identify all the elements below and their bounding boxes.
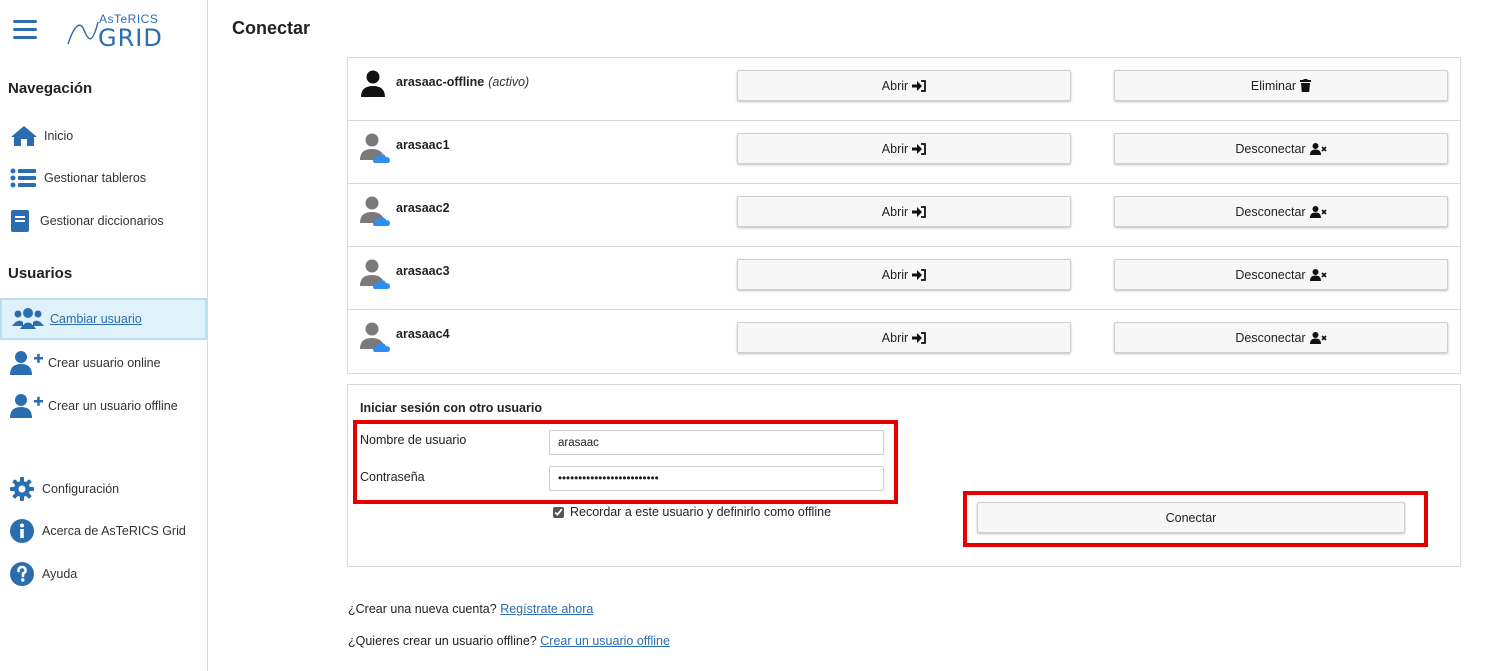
sidebar-item-create-online-user[interactable]: Crear usuario online — [0, 344, 207, 382]
user-times-icon — [1309, 331, 1327, 344]
page-title: Conectar — [232, 18, 311, 38]
disconnect-user-button[interactable]: Desconectar — [1114, 133, 1448, 164]
user-plus-icon — [10, 350, 44, 376]
user-row: arasaac4 Abrir Desconectar — [348, 310, 1460, 373]
info-icon — [10, 518, 38, 544]
home-icon — [10, 123, 40, 149]
user-row: arasaac1 Abrir Desconectar — [348, 121, 1460, 184]
sidebar-item-help[interactable]: Ayuda — [0, 555, 207, 593]
gear-icon — [10, 476, 38, 502]
create-offline-user-link[interactable]: Crear un usuario offline — [540, 634, 670, 648]
sidebar-item-label: Crear un usuario offline — [48, 399, 178, 413]
user-status: (activo) — [488, 75, 530, 89]
user-plus-icon — [10, 393, 44, 419]
cloud-user-icon — [360, 259, 390, 289]
sidebar-item-label: Inicio — [44, 129, 74, 143]
cloud-user-icon — [360, 196, 390, 226]
user-row: arasaac2 Abrir Desconectar — [348, 184, 1460, 247]
disconnect-user-button[interactable]: Desconectar — [1114, 322, 1448, 353]
user-times-icon — [1309, 268, 1327, 281]
disconnect-user-button[interactable]: Desconectar — [1114, 259, 1448, 290]
sidebar-item-home[interactable]: Inicio — [0, 117, 207, 155]
section-navigation-heading: Navegación — [8, 80, 93, 97]
trash-icon — [1300, 79, 1312, 92]
sign-in-icon — [912, 205, 927, 218]
offline-user-line: ¿Quieres crear un usuario offline? Crear… — [348, 634, 670, 648]
logo-mark-icon — [67, 21, 99, 45]
list-icon — [10, 165, 40, 191]
menu-icon[interactable] — [13, 20, 37, 40]
sidebar-item-about[interactable]: Acerca de AsTeRICS Grid — [0, 512, 207, 550]
login-panel: Iniciar sesión con otro usuario Nombre d… — [347, 384, 1461, 567]
app-logo[interactable]: AsTeRICS GRID — [66, 10, 176, 52]
user-name: arasaac-offline (activo) — [396, 75, 530, 89]
sign-in-icon — [912, 142, 927, 155]
user-icon — [360, 70, 388, 100]
delete-user-button[interactable]: Eliminar — [1114, 70, 1448, 101]
password-input[interactable] — [549, 466, 884, 491]
user-times-icon — [1309, 142, 1327, 155]
open-user-button[interactable]: Abrir — [737, 70, 1071, 101]
new-account-line: ¿Crear una nueva cuenta? Regístrate ahor… — [348, 602, 594, 616]
register-link[interactable]: Regístrate ahora — [500, 602, 593, 616]
users-icon — [12, 306, 46, 332]
user-name: arasaac3 — [396, 264, 450, 278]
login-title: Iniciar sesión con otro usuario — [360, 401, 542, 415]
cloud-user-icon — [360, 133, 390, 163]
sidebar-item-create-offline-user[interactable]: Crear un usuario offline — [0, 387, 207, 425]
user-name: arasaac2 — [396, 201, 450, 215]
sign-in-icon — [912, 331, 927, 344]
username-label: Nombre de usuario — [360, 433, 467, 447]
sidebar-item-label: Ayuda — [42, 567, 78, 581]
remember-user-label: Recordar a este usuario y definirlo como… — [570, 505, 832, 519]
open-user-button[interactable]: Abrir — [737, 133, 1071, 164]
open-user-button[interactable]: Abrir — [737, 259, 1071, 290]
sidebar-item-label: Acerca de AsTeRICS Grid — [42, 524, 186, 538]
disconnect-user-button[interactable]: Desconectar — [1114, 196, 1448, 227]
logo-text-bottom: GRID — [98, 24, 163, 52]
sidebar-item-manage-grids[interactable]: Gestionar tableros — [0, 159, 207, 197]
cloud-user-icon — [360, 322, 390, 352]
connect-button[interactable]: Conectar — [977, 502, 1405, 533]
sidebar-item-label: Crear usuario online — [48, 356, 161, 370]
sign-in-icon — [912, 268, 927, 281]
users-list: arasaac-offline (activo) Abrir Eliminar a… — [347, 57, 1461, 374]
sidebar-item-label: Gestionar tableros — [44, 171, 147, 185]
sidebar-item-label: Gestionar diccionarios — [40, 214, 164, 228]
open-user-button[interactable]: Abrir — [737, 322, 1071, 353]
user-name: arasaac4 — [396, 327, 450, 341]
password-label: Contraseña — [360, 470, 425, 484]
sidebar-item-label: Cambiar usuario — [50, 312, 142, 326]
sidebar-item-manage-dictionaries[interactable]: Gestionar diccionarios — [0, 202, 207, 240]
sidebar-item-switch-user[interactable]: Cambiar usuario — [0, 298, 207, 340]
user-row: arasaac3 Abrir Desconectar — [348, 247, 1460, 310]
question-icon — [10, 561, 38, 587]
sidebar: AsTeRICS GRID Navegación Inicio Gestiona… — [0, 0, 208, 671]
open-user-button[interactable]: Abrir — [737, 196, 1071, 227]
user-times-icon — [1309, 205, 1327, 218]
sidebar-item-settings[interactable]: Configuración — [0, 470, 207, 508]
sign-in-icon — [912, 79, 927, 92]
username-input[interactable] — [549, 430, 884, 455]
remember-user-checkbox[interactable] — [553, 506, 564, 518]
user-name: arasaac1 — [396, 138, 450, 152]
book-icon — [10, 208, 36, 234]
remember-user-option[interactable]: Recordar a este usuario y definirlo como… — [553, 505, 831, 519]
sidebar-item-label: Configuración — [42, 482, 120, 496]
user-row: arasaac-offline (activo) Abrir Eliminar — [348, 58, 1460, 121]
section-users-heading: Usuarios — [8, 265, 73, 282]
